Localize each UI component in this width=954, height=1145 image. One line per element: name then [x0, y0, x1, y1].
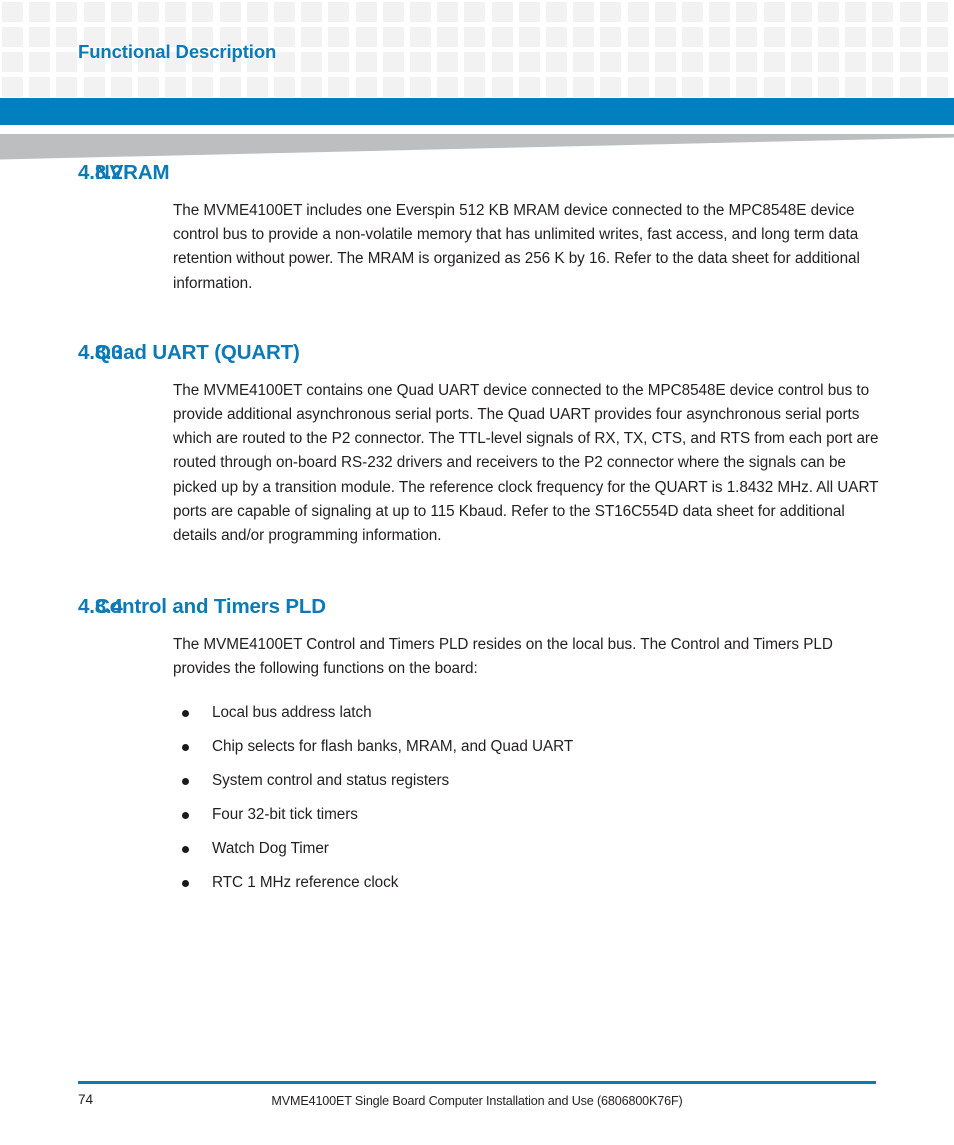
list-item: Local bus address latch: [173, 696, 880, 730]
running-head: Functional Description: [78, 41, 277, 62]
bullet-dot-icon: [182, 777, 189, 785]
bullet-dot-icon: [182, 879, 189, 887]
list-item-label: Chip selects for flash banks, MRAM, and …: [212, 737, 574, 755]
bullet-dot-icon: [182, 845, 189, 853]
section-4-8-4: 4.8.4 Control and Timers PLD The MVME410…: [0, 594, 954, 899]
section-number: 4.8.4: [78, 595, 123, 619]
list-item: System control and status registers: [173, 764, 880, 798]
section-heading: 4.8.3 Quad UART (QUART): [0, 340, 954, 366]
section-heading: 4.8.4 Control and Timers PLD: [0, 594, 954, 620]
section-title: NVRAM: [95, 161, 170, 184]
section-title: Quad UART (QUART): [95, 340, 300, 364]
paragraph: The MVME4100ET Control and Timers PLD re…: [173, 636, 833, 678]
bullet-dot-icon: [182, 743, 189, 751]
header-blue-bar: [0, 98, 954, 125]
list-item-label: Watch Dog Timer: [212, 839, 329, 857]
document-page: Functional Description 4.8.2 NVRAM The M…: [0, 0, 954, 1145]
header-gray-wedge: [0, 134, 954, 160]
footer-rule: [78, 1081, 876, 1084]
bullet-dot-icon: [182, 709, 189, 717]
list-item-label: Four 32-bit tick timers: [212, 805, 358, 823]
bullet-dot-icon: [182, 811, 189, 819]
paragraph: The MVME4100ET includes one Everspin 512…: [173, 202, 860, 292]
list-item-label: RTC 1 MHz reference clock: [212, 873, 399, 891]
list-item-label: Local bus address latch: [212, 703, 372, 721]
page-footer: 74 MVME4100ET Single Board Computer Inst…: [0, 1073, 954, 1145]
paragraph: The MVME4100ET contains one Quad UART de…: [173, 381, 879, 545]
gray-wedge-shape: [0, 134, 954, 160]
section-heading: 4.8.2 NVRAM: [0, 160, 954, 186]
list-item: Chip selects for flash banks, MRAM, and …: [173, 730, 880, 764]
list-item: Four 32-bit tick timers: [173, 798, 880, 832]
list-item: Watch Dog Timer: [173, 832, 880, 866]
feature-bullet-list: Local bus address latch Chip selects for …: [173, 696, 880, 900]
section-4-8-3: 4.8.3 Quad UART (QUART) The MVME4100ET c…: [0, 340, 954, 548]
section-number: 4.8.3: [78, 340, 123, 364]
section-title: Control and Timers PLD: [95, 595, 326, 619]
section-4-8-2: 4.8.2 NVRAM The MVME4100ET includes one …: [0, 160, 954, 296]
list-item-label: System control and status registers: [212, 771, 450, 789]
footer-document-title: MVME4100ET Single Board Computer Install…: [271, 1094, 683, 1108]
section-number: 4.8.2: [78, 161, 123, 184]
page-content: 4.8.2 NVRAM The MVME4100ET includes one …: [0, 160, 954, 900]
list-item: RTC 1 MHz reference clock: [173, 866, 880, 900]
